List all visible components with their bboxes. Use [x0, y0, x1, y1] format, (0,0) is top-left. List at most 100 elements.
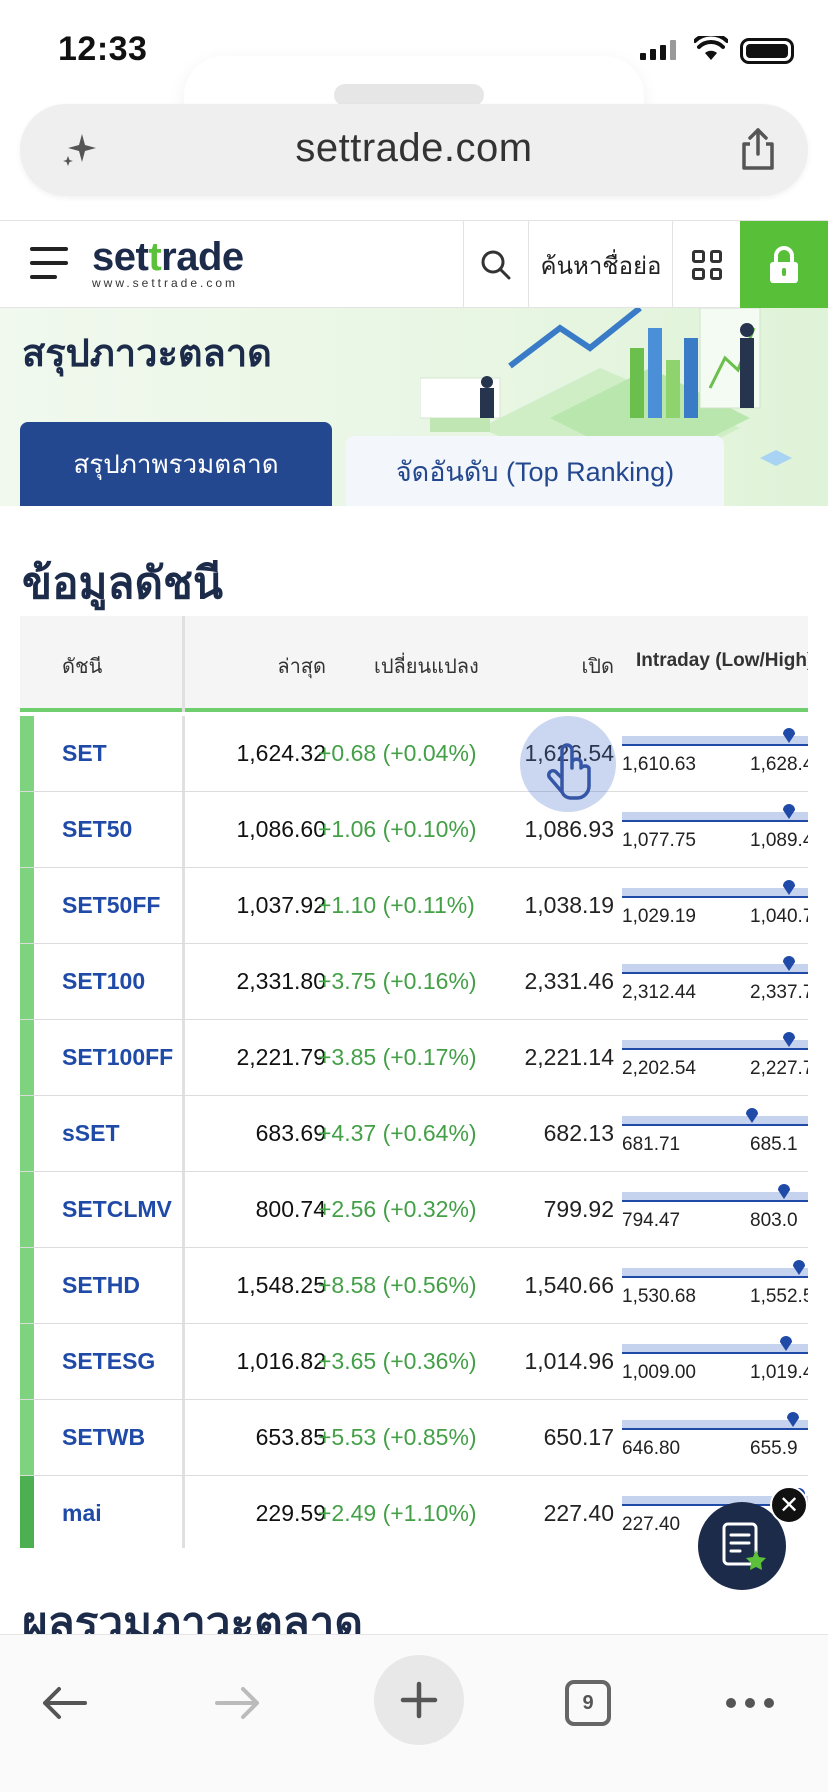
row-indicator [20, 1020, 34, 1095]
col-open[interactable]: เปิด [581, 650, 614, 682]
change-value: +2.49 (+1.10%) [318, 1500, 477, 1526]
intraday-range: 1,029.19 1,040.7 [622, 880, 808, 928]
last-value: 1,548.25 [236, 1272, 326, 1298]
table-row[interactable]: SETCLMV 800.74 +2.56 (+0.32%) 799.92 794.47 8… [20, 1172, 808, 1248]
address-bar[interactable]: settrade.com [20, 104, 808, 196]
tabs-button[interactable]: 9 [548, 1663, 628, 1743]
range-marker-icon [783, 880, 795, 895]
last-value: 229.59 [255, 1500, 326, 1526]
last-value: 683.69 [255, 1120, 326, 1146]
range-track [622, 1040, 808, 1050]
table-row[interactable]: SET100 2,331.80 +3.75 (+0.16%) 2,331.46 2,31… [20, 944, 808, 1020]
index-name-link[interactable]: SETCLMV [62, 1196, 172, 1223]
index-name-link[interactable]: sSET [62, 1120, 120, 1147]
more-button[interactable] [710, 1663, 790, 1743]
table-row[interactable]: SET50 1,086.60 +1.06 (+0.10%) 1,086.93 1,077… [20, 792, 808, 868]
range-marker-icon [783, 728, 795, 743]
logo-subtitle: www.settrade.com [92, 276, 239, 290]
intraday-high: 2,227.7 [750, 1058, 808, 1079]
tab-market-overview[interactable]: สรุปภาพรวมตลาด [20, 422, 332, 506]
range-marker-icon [793, 1260, 805, 1275]
intraday-low: 1,077.75 [622, 830, 696, 851]
index-name-link[interactable]: SET100FF [62, 1044, 173, 1071]
more-dots-icon [726, 1698, 774, 1708]
page-title: สรุปภาวะตลาด [22, 333, 272, 375]
table-header: ดัชนี ล่าสุด เปลี่ยนแปลง เปิด Intraday (… [20, 616, 808, 712]
index-name-link[interactable]: SETHD [62, 1272, 140, 1299]
col-change[interactable]: เปลี่ยนแปลง [374, 650, 479, 682]
range-track [622, 964, 808, 974]
change-value: +1.06 (+0.10%) [318, 816, 477, 842]
index-name-link[interactable]: SETWB [62, 1424, 145, 1451]
range-marker-icon [778, 1184, 790, 1199]
col-index[interactable]: ดัชนี [62, 650, 102, 682]
open-value: 2,221.14 [524, 1044, 614, 1070]
url-text[interactable]: settrade.com [20, 126, 808, 171]
change-value: +3.65 (+0.36%) [318, 1348, 477, 1374]
cellular-signal-icon [640, 40, 676, 60]
open-value: 1,014.96 [524, 1348, 614, 1374]
close-fab-button[interactable]: ✕ [770, 1486, 808, 1524]
forward-button[interactable] [198, 1663, 278, 1743]
open-value: 227.40 [543, 1500, 614, 1526]
col-intraday[interactable]: Intraday (Low/High) [636, 650, 808, 672]
table-row[interactable]: SET100FF 2,221.79 +3.85 (+0.17%) 2,221.14 2,… [20, 1020, 808, 1096]
table-row[interactable]: SET50FF 1,037.92 +1.10 (+0.11%) 1,038.19 1,0… [20, 868, 808, 944]
symbol-search-button[interactable]: ค้นหาชื่อย่อ [530, 221, 672, 309]
intraday-high: 1,040.7 [750, 906, 808, 927]
index-name-link[interactable]: SET50FF [62, 892, 160, 919]
table-row[interactable]: SETESG 1,016.82 +3.65 (+0.36%) 1,014.96 1,00… [20, 1324, 808, 1400]
col-last[interactable]: ล่าสุด [277, 650, 326, 682]
apps-button[interactable] [674, 221, 740, 309]
change-value: +1.10 (+0.11%) [318, 892, 475, 918]
intraday-range: 2,312.44 2,337.7 [622, 956, 808, 1004]
tab-top-ranking[interactable]: จัดอันดับ (Top Ranking) [346, 436, 724, 506]
change-value: +5.53 (+0.85%) [318, 1424, 477, 1450]
back-button[interactable] [24, 1663, 104, 1743]
range-marker-icon [746, 1108, 758, 1123]
intraday-range: 646.80 655.9 [622, 1412, 808, 1460]
table-row[interactable]: SETWB 653.85 +5.53 (+0.85%) 650.17 646.80 655… [20, 1400, 808, 1476]
index-name-link[interactable]: SET50 [62, 816, 132, 843]
menu-icon[interactable] [30, 247, 68, 279]
range-marker-icon [780, 1336, 792, 1351]
table-row[interactable]: sSET 683.69 +4.37 (+0.64%) 682.13 681.71 685.… [20, 1096, 808, 1172]
index-section-title: ข้อมูลดัชนี [22, 559, 223, 608]
site-header: settrade www.settrade.com ค้นหาชื่อย่อ [0, 220, 828, 309]
open-value: 1,540.66 [524, 1272, 614, 1298]
intraday-low: 1,610.63 [622, 754, 696, 775]
status-time: 12:33 [58, 30, 148, 68]
battery-icon [740, 38, 794, 64]
tab-count: 9 [565, 1680, 611, 1726]
intraday-low: 646.80 [622, 1438, 681, 1459]
intraday-range: 2,202.54 2,227.7 [622, 1032, 808, 1080]
search-button[interactable] [464, 221, 528, 309]
search-icon [481, 250, 511, 280]
change-value: +0.68 (+0.04%) [318, 740, 477, 766]
index-name-link[interactable]: mai [62, 1500, 102, 1527]
change-value: +8.58 (+0.56%) [318, 1272, 477, 1298]
intraday-low: 2,312.44 [622, 982, 696, 1003]
table-row[interactable]: SETHD 1,548.25 +8.58 (+0.56%) 1,540.66 1,530… [20, 1248, 808, 1324]
login-button[interactable] [740, 221, 828, 309]
settrade-logo[interactable]: settrade www.settrade.com [92, 235, 244, 290]
row-indicator [20, 1400, 34, 1475]
intraday-high: 2,337.7 [750, 982, 808, 1003]
intraday-range: 681.71 685.1 [622, 1108, 808, 1156]
range-track [622, 1268, 808, 1278]
index-name-link[interactable]: SET [62, 740, 107, 767]
table-row[interactable]: SET 1,624.32 +0.68 (+0.04%) 1,626.54 1,610.6… [20, 716, 808, 792]
touch-indicator [520, 716, 616, 812]
browser-toolbar: 9 [0, 1634, 828, 1792]
share-icon[interactable] [738, 126, 778, 172]
range-track [622, 736, 808, 746]
last-value: 1,037.92 [236, 892, 326, 918]
new-tab-button[interactable] [374, 1655, 464, 1745]
intraday-high: 803.0 [750, 1210, 798, 1231]
index-name-link[interactable]: SET100 [62, 968, 145, 995]
index-name-link[interactable]: SETESG [62, 1348, 155, 1375]
market-summary-banner: สรุปภาวะตลาด สรุปภาพรวมตลาด จัดอันดับ (T… [0, 308, 828, 506]
open-value: 1,086.93 [524, 816, 614, 842]
table-row[interactable]: mai229.59+2.49 (+1.10%)227.40227.402 [20, 1476, 808, 1548]
arrow-right-icon [215, 1687, 259, 1719]
